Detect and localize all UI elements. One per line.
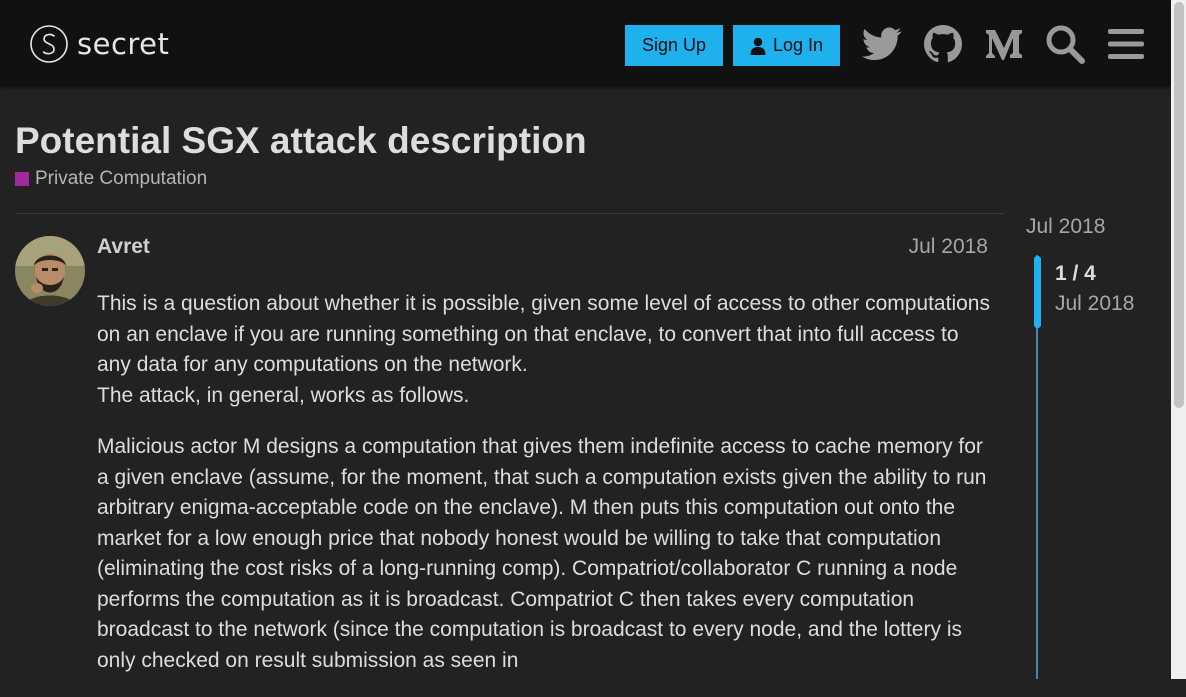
- github-link[interactable]: [921, 22, 965, 66]
- github-icon: [924, 25, 962, 63]
- medium-icon: [986, 30, 1022, 60]
- site-header: secret Sign Up Log In: [0, 0, 1171, 86]
- page-scrollbar[interactable]: [1171, 0, 1186, 679]
- post-date[interactable]: Jul 2018: [909, 235, 988, 259]
- category-color-swatch: [15, 172, 29, 186]
- search-icon: [1046, 25, 1085, 64]
- medium-link[interactable]: [982, 22, 1026, 66]
- search-button[interactable]: [1043, 22, 1087, 66]
- timeline-start-date[interactable]: Jul 2018: [1026, 215, 1105, 239]
- timeline-handle[interactable]: [1034, 256, 1041, 328]
- post-username[interactable]: Avret: [97, 235, 150, 259]
- timeline-position: 1 / 4: [1055, 262, 1096, 285]
- twitter-icon: [862, 27, 902, 60]
- log-in-label: Log In: [772, 35, 824, 55]
- logo-text: secret: [77, 27, 170, 61]
- post-paragraph: This is a question about whether it is p…: [97, 292, 990, 407]
- twitter-link[interactable]: [860, 22, 904, 66]
- log-in-button[interactable]: Log In: [733, 25, 840, 66]
- hamburger-menu-icon: [1108, 29, 1144, 59]
- avatar[interactable]: [15, 236, 85, 306]
- category-badge[interactable]: Private Computation: [15, 168, 207, 190]
- site-logo[interactable]: secret: [29, 24, 169, 64]
- user-avatar-image: [15, 236, 85, 306]
- post-body: This is a question about whether it is p…: [97, 289, 997, 697]
- category-name: Private Computation: [35, 168, 208, 189]
- post-paragraph: Malicious actor M designs a computation …: [97, 435, 987, 672]
- timeline-current-date: Jul 2018: [1055, 292, 1135, 315]
- scrollbar-thumb[interactable]: [1174, 2, 1184, 408]
- secret-logo-icon: [30, 25, 68, 63]
- title-divider: [15, 213, 1004, 214]
- topic-title[interactable]: Potential SGX attack description: [15, 120, 587, 162]
- sign-up-button[interactable]: Sign Up: [625, 25, 723, 66]
- hamburger-menu-button[interactable]: [1104, 22, 1148, 66]
- user-icon: [750, 37, 766, 55]
